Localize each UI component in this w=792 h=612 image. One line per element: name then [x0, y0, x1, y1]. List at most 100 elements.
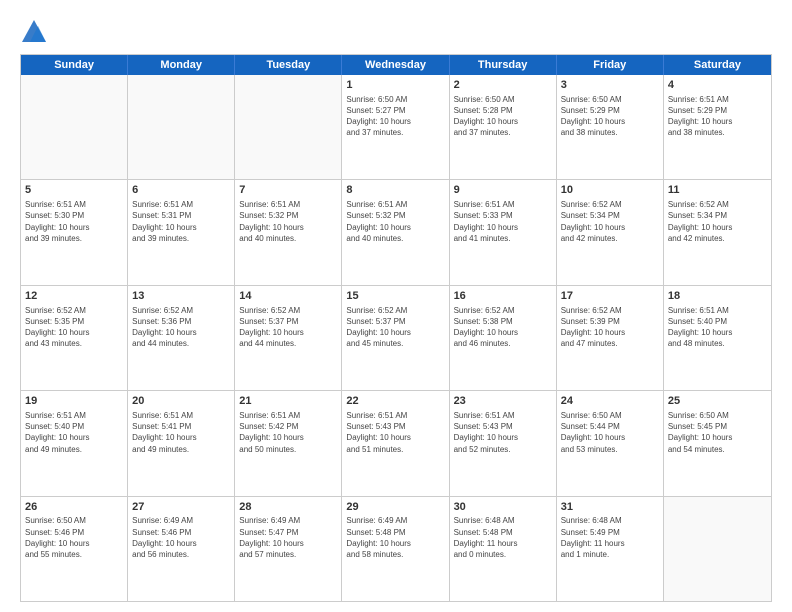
calendar-header: SundayMondayTuesdayWednesdayThursdayFrid…	[21, 55, 771, 75]
day-number: 21	[239, 394, 337, 409]
day-info: Sunrise: 6:51 AM Sunset: 5:32 PM Dayligh…	[346, 199, 444, 244]
day-number: 10	[561, 183, 659, 198]
calendar-day-7: 7Sunrise: 6:51 AM Sunset: 5:32 PM Daylig…	[235, 180, 342, 284]
calendar-day-14: 14Sunrise: 6:52 AM Sunset: 5:37 PM Dayli…	[235, 286, 342, 390]
day-number: 2	[454, 78, 552, 93]
day-info: Sunrise: 6:51 AM Sunset: 5:43 PM Dayligh…	[346, 410, 444, 455]
calendar-day-29: 29Sunrise: 6:49 AM Sunset: 5:48 PM Dayli…	[342, 497, 449, 601]
calendar-day-18: 18Sunrise: 6:51 AM Sunset: 5:40 PM Dayli…	[664, 286, 771, 390]
day-info: Sunrise: 6:52 AM Sunset: 5:37 PM Dayligh…	[239, 305, 337, 350]
calendar-day-11: 11Sunrise: 6:52 AM Sunset: 5:34 PM Dayli…	[664, 180, 771, 284]
weekday-header: Friday	[557, 55, 664, 75]
day-info: Sunrise: 6:49 AM Sunset: 5:48 PM Dayligh…	[346, 515, 444, 560]
calendar-day-5: 5Sunrise: 6:51 AM Sunset: 5:30 PM Daylig…	[21, 180, 128, 284]
day-number: 26	[25, 500, 123, 515]
day-number: 30	[454, 500, 552, 515]
calendar-empty-cell	[21, 75, 128, 179]
calendar-day-13: 13Sunrise: 6:52 AM Sunset: 5:36 PM Dayli…	[128, 286, 235, 390]
day-number: 16	[454, 289, 552, 304]
day-number: 22	[346, 394, 444, 409]
calendar-row: 5Sunrise: 6:51 AM Sunset: 5:30 PM Daylig…	[21, 179, 771, 284]
day-number: 14	[239, 289, 337, 304]
calendar-day-10: 10Sunrise: 6:52 AM Sunset: 5:34 PM Dayli…	[557, 180, 664, 284]
day-number: 23	[454, 394, 552, 409]
calendar-day-24: 24Sunrise: 6:50 AM Sunset: 5:44 PM Dayli…	[557, 391, 664, 495]
day-info: Sunrise: 6:50 AM Sunset: 5:29 PM Dayligh…	[561, 94, 659, 139]
day-number: 7	[239, 183, 337, 198]
day-number: 17	[561, 289, 659, 304]
day-info: Sunrise: 6:51 AM Sunset: 5:31 PM Dayligh…	[132, 199, 230, 244]
weekday-header: Saturday	[664, 55, 771, 75]
calendar-day-17: 17Sunrise: 6:52 AM Sunset: 5:39 PM Dayli…	[557, 286, 664, 390]
day-number: 31	[561, 500, 659, 515]
calendar-day-19: 19Sunrise: 6:51 AM Sunset: 5:40 PM Dayli…	[21, 391, 128, 495]
day-info: Sunrise: 6:51 AM Sunset: 5:40 PM Dayligh…	[25, 410, 123, 455]
day-info: Sunrise: 6:52 AM Sunset: 5:35 PM Dayligh…	[25, 305, 123, 350]
calendar-day-30: 30Sunrise: 6:48 AM Sunset: 5:48 PM Dayli…	[450, 497, 557, 601]
day-number: 4	[668, 78, 767, 93]
calendar-empty-cell	[235, 75, 342, 179]
day-number: 11	[668, 183, 767, 198]
calendar-day-2: 2Sunrise: 6:50 AM Sunset: 5:28 PM Daylig…	[450, 75, 557, 179]
day-info: Sunrise: 6:52 AM Sunset: 5:34 PM Dayligh…	[668, 199, 767, 244]
day-number: 19	[25, 394, 123, 409]
calendar-day-16: 16Sunrise: 6:52 AM Sunset: 5:38 PM Dayli…	[450, 286, 557, 390]
day-number: 13	[132, 289, 230, 304]
calendar-row: 19Sunrise: 6:51 AM Sunset: 5:40 PM Dayli…	[21, 390, 771, 495]
calendar-day-8: 8Sunrise: 6:51 AM Sunset: 5:32 PM Daylig…	[342, 180, 449, 284]
calendar-day-1: 1Sunrise: 6:50 AM Sunset: 5:27 PM Daylig…	[342, 75, 449, 179]
day-number: 3	[561, 78, 659, 93]
day-info: Sunrise: 6:49 AM Sunset: 5:47 PM Dayligh…	[239, 515, 337, 560]
calendar-empty-cell	[664, 497, 771, 601]
day-number: 18	[668, 289, 767, 304]
weekday-header: Thursday	[450, 55, 557, 75]
calendar-day-3: 3Sunrise: 6:50 AM Sunset: 5:29 PM Daylig…	[557, 75, 664, 179]
day-number: 6	[132, 183, 230, 198]
weekday-header: Sunday	[21, 55, 128, 75]
day-info: Sunrise: 6:51 AM Sunset: 5:41 PM Dayligh…	[132, 410, 230, 455]
day-number: 9	[454, 183, 552, 198]
day-info: Sunrise: 6:51 AM Sunset: 5:40 PM Dayligh…	[668, 305, 767, 350]
day-info: Sunrise: 6:51 AM Sunset: 5:43 PM Dayligh…	[454, 410, 552, 455]
calendar-row: 26Sunrise: 6:50 AM Sunset: 5:46 PM Dayli…	[21, 496, 771, 601]
calendar-day-21: 21Sunrise: 6:51 AM Sunset: 5:42 PM Dayli…	[235, 391, 342, 495]
calendar-day-22: 22Sunrise: 6:51 AM Sunset: 5:43 PM Dayli…	[342, 391, 449, 495]
day-number: 28	[239, 500, 337, 515]
day-info: Sunrise: 6:52 AM Sunset: 5:37 PM Dayligh…	[346, 305, 444, 350]
day-number: 27	[132, 500, 230, 515]
day-info: Sunrise: 6:48 AM Sunset: 5:48 PM Dayligh…	[454, 515, 552, 560]
calendar-day-4: 4Sunrise: 6:51 AM Sunset: 5:29 PM Daylig…	[664, 75, 771, 179]
day-info: Sunrise: 6:51 AM Sunset: 5:32 PM Dayligh…	[239, 199, 337, 244]
day-info: Sunrise: 6:51 AM Sunset: 5:30 PM Dayligh…	[25, 199, 123, 244]
day-info: Sunrise: 6:52 AM Sunset: 5:39 PM Dayligh…	[561, 305, 659, 350]
calendar-day-20: 20Sunrise: 6:51 AM Sunset: 5:41 PM Dayli…	[128, 391, 235, 495]
day-number: 15	[346, 289, 444, 304]
logo	[20, 18, 54, 46]
day-number: 20	[132, 394, 230, 409]
weekday-header: Monday	[128, 55, 235, 75]
calendar: SundayMondayTuesdayWednesdayThursdayFrid…	[20, 54, 772, 602]
day-info: Sunrise: 6:50 AM Sunset: 5:46 PM Dayligh…	[25, 515, 123, 560]
logo-icon	[20, 18, 48, 46]
day-info: Sunrise: 6:51 AM Sunset: 5:42 PM Dayligh…	[239, 410, 337, 455]
calendar-day-23: 23Sunrise: 6:51 AM Sunset: 5:43 PM Dayli…	[450, 391, 557, 495]
day-info: Sunrise: 6:51 AM Sunset: 5:33 PM Dayligh…	[454, 199, 552, 244]
day-info: Sunrise: 6:50 AM Sunset: 5:28 PM Dayligh…	[454, 94, 552, 139]
day-number: 8	[346, 183, 444, 198]
calendar-day-31: 31Sunrise: 6:48 AM Sunset: 5:49 PM Dayli…	[557, 497, 664, 601]
calendar-day-27: 27Sunrise: 6:49 AM Sunset: 5:46 PM Dayli…	[128, 497, 235, 601]
day-number: 5	[25, 183, 123, 198]
day-number: 29	[346, 500, 444, 515]
day-info: Sunrise: 6:50 AM Sunset: 5:27 PM Dayligh…	[346, 94, 444, 139]
calendar-row: 12Sunrise: 6:52 AM Sunset: 5:35 PM Dayli…	[21, 285, 771, 390]
day-info: Sunrise: 6:50 AM Sunset: 5:44 PM Dayligh…	[561, 410, 659, 455]
day-info: Sunrise: 6:52 AM Sunset: 5:38 PM Dayligh…	[454, 305, 552, 350]
page: SundayMondayTuesdayWednesdayThursdayFrid…	[0, 0, 792, 612]
day-info: Sunrise: 6:52 AM Sunset: 5:34 PM Dayligh…	[561, 199, 659, 244]
calendar-row: 1Sunrise: 6:50 AM Sunset: 5:27 PM Daylig…	[21, 75, 771, 179]
day-info: Sunrise: 6:52 AM Sunset: 5:36 PM Dayligh…	[132, 305, 230, 350]
weekday-header: Tuesday	[235, 55, 342, 75]
day-info: Sunrise: 6:51 AM Sunset: 5:29 PM Dayligh…	[668, 94, 767, 139]
day-info: Sunrise: 6:48 AM Sunset: 5:49 PM Dayligh…	[561, 515, 659, 560]
calendar-day-6: 6Sunrise: 6:51 AM Sunset: 5:31 PM Daylig…	[128, 180, 235, 284]
